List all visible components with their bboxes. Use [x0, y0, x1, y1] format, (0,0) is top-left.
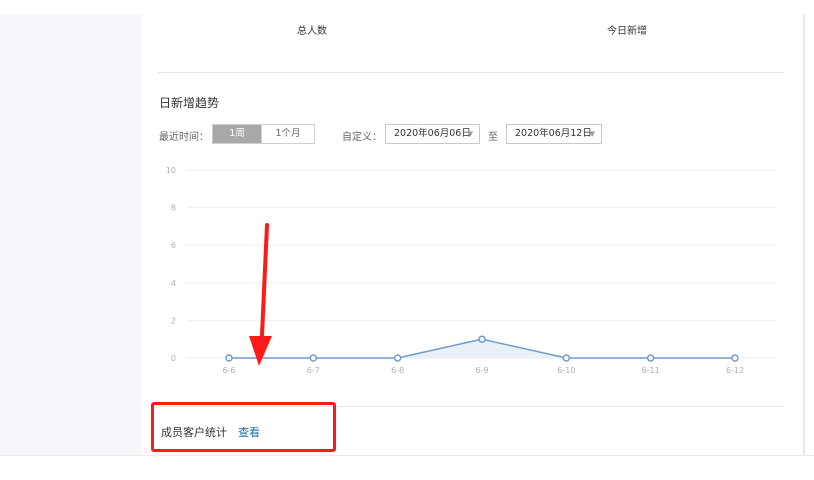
y-tick-label: 4	[171, 279, 176, 288]
x-tick-labels: 6-6 6-7 6-8 6-9 6-10 6-11 6-12	[222, 366, 744, 375]
annotation-highlight-box	[151, 402, 336, 452]
x-tick-label: 6-12	[726, 366, 744, 375]
y-tick-label: 6	[171, 241, 176, 250]
data-point[interactable]	[646, 354, 655, 362]
x-tick-label: 6-10	[557, 366, 575, 375]
x-tick-label: 6-7	[307, 366, 320, 375]
x-tick-label: 6-9	[475, 366, 488, 375]
y-tick-label: 0	[171, 354, 176, 363]
x-tick-label: 6-11	[642, 366, 660, 375]
y-tick-label: 2	[171, 316, 176, 325]
chart-grid	[186, 169, 776, 359]
y-tick-labels: 0 2 4 6 8 10	[166, 166, 176, 363]
data-point[interactable]	[562, 354, 571, 362]
x-tick-label: 6-8	[391, 366, 404, 375]
data-point[interactable]	[731, 354, 739, 362]
x-tick-label: 6-6	[222, 366, 235, 375]
annotation-arrow	[249, 223, 272, 366]
daily-trend-chart: 0 2 4 6 8 10 6-6 6-7 6-8 6-9 6-10 6-11 6-12	[166, 166, 776, 375]
data-point[interactable]	[478, 335, 486, 343]
data-point[interactable]	[309, 354, 318, 362]
data-point[interactable]	[393, 354, 402, 362]
bottom-divider	[0, 455, 814, 456]
data-point[interactable]	[225, 354, 233, 362]
page: 总人数 今日新增 日新增趋势 最近时间： 1周 1个月 自定义： 2020年06…	[0, 0, 814, 480]
y-tick-label: 10	[166, 166, 176, 175]
y-tick-label: 8	[171, 204, 176, 213]
